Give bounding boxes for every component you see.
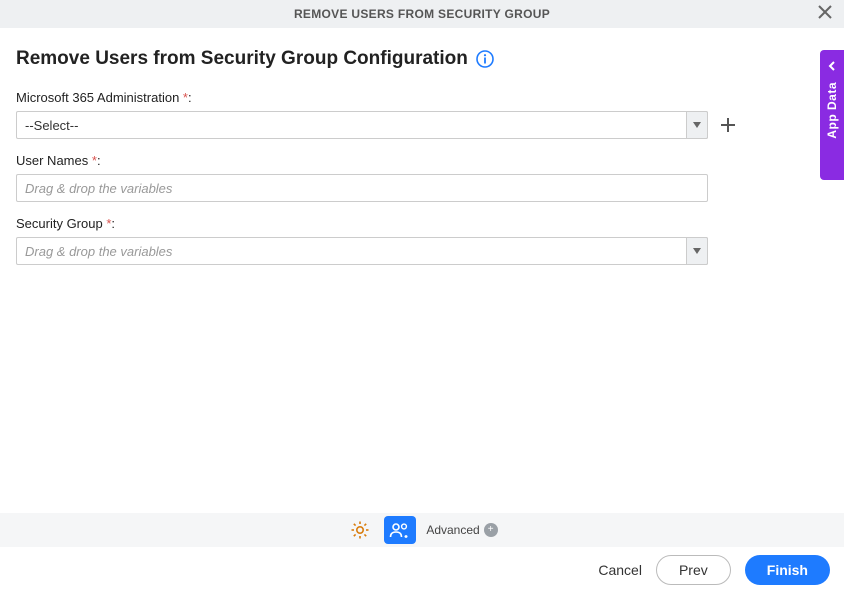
finish-button[interactable]: Finish <box>745 555 830 585</box>
app-data-label: App Data <box>825 82 839 139</box>
dialog-header: REMOVE USERS FROM SECURITY GROUP <box>0 0 844 28</box>
field-user-names: User Names *: <box>16 153 828 202</box>
advanced-toggle[interactable]: Advanced + <box>426 523 497 537</box>
cancel-button[interactable]: Cancel <box>598 562 642 578</box>
gear-icon[interactable] <box>346 516 374 544</box>
chevron-left-icon <box>827 58 837 76</box>
field-ms365-admin: Microsoft 365 Administration *: <box>16 90 828 139</box>
footer-actions: Cancel Prev Finish <box>0 547 844 593</box>
required-marker: * <box>183 90 188 105</box>
user-names-input[interactable] <box>16 174 708 202</box>
info-icon[interactable] <box>476 50 494 68</box>
required-marker: * <box>92 153 97 168</box>
config-form: Remove Users from Security Group Configu… <box>0 28 844 265</box>
security-group-combobox[interactable] <box>16 237 708 265</box>
plus-circle-icon: + <box>484 523 498 537</box>
field-label-securitygroup: Security Group *: <box>16 216 828 231</box>
chevron-down-icon[interactable] <box>686 111 708 139</box>
dialog-title: REMOVE USERS FROM SECURITY GROUP <box>294 7 550 21</box>
footer-toolbar: Advanced + <box>0 513 844 547</box>
ms365-admin-select[interactable] <box>16 111 708 139</box>
footer: Advanced + Cancel Prev Finish <box>0 513 844 593</box>
users-icon[interactable] <box>384 516 416 544</box>
prev-button[interactable]: Prev <box>656 555 731 585</box>
required-marker: * <box>106 216 111 231</box>
add-admin-button[interactable] <box>718 115 738 135</box>
app-data-panel-toggle[interactable]: App Data <box>820 50 844 180</box>
page-title: Remove Users from Security Group Configu… <box>16 48 468 70</box>
field-label-usernames: User Names *: <box>16 153 828 168</box>
close-icon[interactable] <box>814 4 836 22</box>
field-security-group: Security Group *: <box>16 216 828 265</box>
chevron-down-icon[interactable] <box>686 237 708 265</box>
field-label-admin: Microsoft 365 Administration *: <box>16 90 828 105</box>
